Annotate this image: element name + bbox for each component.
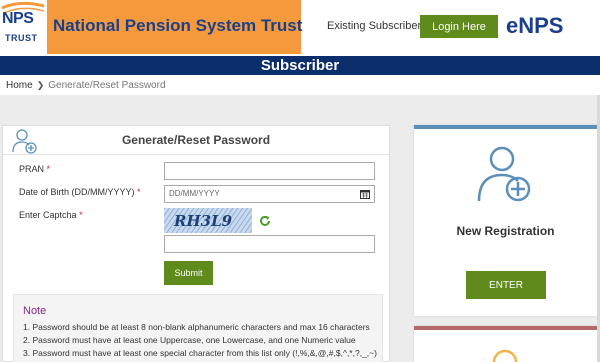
required-mark: * [79,210,83,220]
title-band: National Pension System Trust [47,0,303,54]
page-title: Subscriber [260,57,340,74]
enter-button[interactable]: ENTER [466,271,546,299]
note-item: 3. Password must have at least one speci… [23,348,377,358]
captcha-label-text: Enter Captcha [19,210,77,220]
logo-text: NPS [2,10,34,27]
refresh-captcha-icon[interactable] [259,215,271,227]
existing-subscriber-label: Existing Subscriber [327,20,422,32]
note-item: 1. Password should be at least 8 non-bla… [23,322,370,332]
breadcrumb-current: Generate/Reset Password [48,80,166,91]
note-title: Note [23,305,47,317]
captcha-input[interactable] [164,235,375,253]
dob-placeholder: DD/MM/YYYY [169,189,220,198]
pran-label-text: PRAN [19,164,45,174]
dob-label: Date of Birth (DD/MM/YYYY) * [19,187,141,197]
login-button[interactable]: Login Here [420,15,498,38]
captcha-image: RH3L9 [164,208,252,233]
required-mark: * [46,164,51,174]
note-item: 2. Password must have at least one Upper… [23,335,356,345]
chevron-right-icon: ❯ [36,80,45,90]
dob-input[interactable]: DD/MM/YYYY [164,185,375,203]
captcha-label: Enter Captcha * [19,210,83,220]
secondary-card [414,326,597,362]
card-header: Generate/Reset Password [3,126,389,155]
page-title-bar: Subscriber [0,54,600,75]
card-title: Generate/Reset Password [121,133,271,147]
submit-button[interactable]: Submit [164,261,213,285]
logo-subtext: TRUST [5,33,38,43]
user-add-icon [477,146,531,202]
reset-password-card: Generate/Reset Password PRAN * Date of B… [2,125,390,362]
new-registration-card: New Registration ENTER [414,125,597,316]
pran-label: PRAN * [19,164,50,174]
note-box: Note 1. Password should be at least 8 no… [13,294,383,362]
breadcrumb: Home ❯ Generate/Reset Password [0,75,600,95]
dob-label-text: Date of Birth (DD/MM/YYYY) [19,187,135,197]
note-list: 1. Password should be at least 8 non-bla… [23,321,383,360]
nps-trust-logo[interactable]: NPS TRUST [0,0,47,54]
required-mark: * [137,187,141,197]
captcha-text: RH3L9 [173,212,233,230]
site-title: National Pension System Trust [53,16,303,35]
enps-brand[interactable]: eNPS [506,13,563,39]
breadcrumb-home-link[interactable]: Home [6,80,33,91]
new-registration-title: New Registration [456,224,555,238]
user-icon [492,349,518,362]
pran-input[interactable] [164,162,375,180]
site-header: NPS TRUST National Pension System Trust … [0,0,600,54]
calendar-icon[interactable] [360,189,370,199]
